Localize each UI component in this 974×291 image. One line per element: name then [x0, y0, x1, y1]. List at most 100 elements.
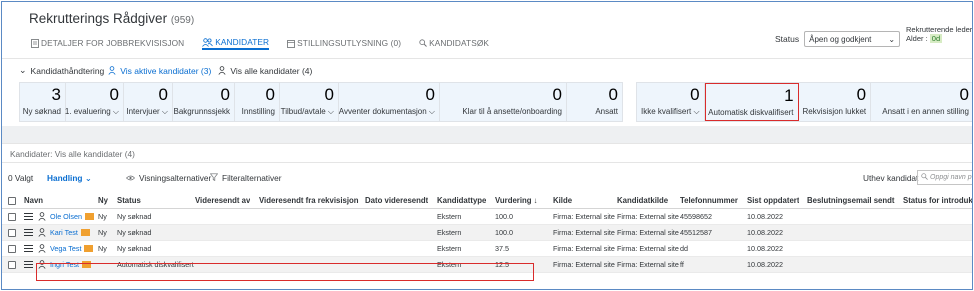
candidates-table: Navn Ny Status Videresendt av Videresend… — [2, 193, 972, 273]
col-header-status[interactable]: Status — [117, 193, 141, 209]
tile-requisition-closed[interactable]: 0 Rekvisisjon lukket — [799, 83, 872, 121]
tile-offer[interactable]: 0 Tilbud/avtale ⌵ — [280, 83, 339, 121]
col-header-forwarded-from[interactable]: Videresendt fra rekvisisjon — [259, 193, 359, 209]
col-header-name[interactable]: Navn — [24, 193, 43, 209]
view-options-label: Visningsalternativer — [139, 173, 212, 183]
row-checkbox[interactable] — [8, 229, 16, 237]
tab-label: KANDIDATSØK — [429, 38, 490, 48]
tile-first-evaluation[interactable]: 0 1. evaluering ⌵ — [65, 83, 124, 121]
col-header-rating[interactable]: Vurdering ↓ — [495, 193, 538, 209]
tab-requisition-details[interactable]: DETALJER FOR JOBBREKVISISJON — [31, 36, 184, 50]
tile-label: Bakgrunnssjekk — [173, 107, 230, 116]
tile-background-check[interactable]: 0 Bakgrunnssjekk — [173, 83, 235, 121]
action-menu-button[interactable]: Handling ⌄ — [47, 173, 92, 183]
tab-candidates[interactable]: KANDIDATER — [202, 36, 270, 50]
tab-candidate-search[interactable]: KANDIDATSØK — [419, 36, 489, 50]
row-checkbox[interactable] — [8, 261, 16, 269]
col-header-forwarded-by[interactable]: Videresendt av — [195, 193, 250, 209]
select-all-checkbox[interactable] — [8, 197, 16, 205]
tile-auto-disqualified[interactable]: 1 Automatisk diskvalifisert — [704, 83, 799, 121]
cell-candidate-source: Firma: External site — [617, 244, 679, 253]
tab-job-posting[interactable]: STILLINGSUTLYSNING (0) — [287, 36, 401, 50]
selected-count: 0 Valgt — [8, 173, 34, 183]
tile-recommendation[interactable]: 0 Innstilling — [235, 83, 280, 121]
tile-label: Tilbud/avtale ⌵ — [280, 107, 334, 116]
age-badge: 0d — [929, 34, 943, 43]
row-checkbox[interactable] — [8, 245, 16, 253]
col-header-source[interactable]: Kilde — [553, 193, 572, 209]
col-header-new[interactable]: Ny — [98, 193, 108, 209]
row-checkbox[interactable] — [8, 213, 16, 221]
tile-awaiting-documentation[interactable]: 0 Avventer dokumentasjon ⌵ — [339, 83, 440, 121]
cell-rating: 37.5 — [495, 244, 509, 253]
tile-label: Avventer dokumentasjon ⌵ — [338, 107, 435, 116]
cell-phone: 45598652 — [680, 212, 712, 221]
col-header-candidate-type[interactable]: Kandidattype — [437, 193, 486, 209]
cell-status: Ny søknad — [117, 244, 152, 253]
divider — [2, 143, 972, 144]
flag-icon — [80, 229, 90, 236]
tile-count: 3 — [51, 85, 61, 104]
tile-new-application[interactable]: 3 Ny søknad — [20, 83, 66, 121]
tile-count: 0 — [158, 85, 168, 104]
candidate-handling-bar: ⌄ Kandidathåndtering Vis aktive kandidat… — [19, 65, 312, 76]
show-all-candidates-link[interactable]: Vis alle kandidater (4) — [230, 66, 312, 76]
person-icon — [38, 228, 46, 239]
table-row[interactable]: Vega Test Ny Ny søknad Ekstern 37.5 Firm… — [2, 241, 972, 257]
drag-handle-icon[interactable] — [24, 213, 33, 222]
pipeline-tiles: 3 Ny søknad 0 1. evaluering ⌵ 0 Intervju… — [19, 82, 623, 122]
tile-hired-other-position[interactable]: 0 Ansatt i en annen stilling — [871, 83, 972, 121]
person-icon — [38, 244, 46, 255]
age-row: Alder : 0d — [906, 34, 972, 43]
cell-source: Firma: External site — [553, 244, 615, 253]
page-header: Rekrutterings Rådgiver (959) DETALJER FO… — [2, 2, 972, 52]
search-placeholder: Oppgi navn p — [930, 174, 972, 181]
candidate-name-link[interactable]: Kari Test — [50, 225, 90, 241]
tile-count: 1 — [784, 86, 794, 105]
tile-interviews[interactable]: 0 Intervjuer ⌵ — [124, 83, 173, 121]
col-header-intro-status[interactable]: Status for introduks — [903, 193, 972, 209]
cell-rating: 100.0 — [495, 228, 513, 237]
candidate-name-link[interactable]: Vega Test — [50, 241, 94, 257]
document-icon — [31, 38, 39, 48]
candidate-name: Kari Test — [50, 228, 78, 237]
drag-handle-icon[interactable] — [24, 229, 33, 238]
tile-ready-to-hire[interactable]: 0 Klar til å ansette/onboarding — [440, 83, 567, 121]
page-title: Rekrutterings Rådgiver (959) — [29, 11, 194, 26]
tile-not-qualified[interactable]: 0 Ikke kvalifisert ⌵ — [637, 83, 705, 121]
show-active-candidates-link[interactable]: Vis aktive kandidater (3) — [120, 66, 211, 76]
highlight-annotation-row — [36, 263, 534, 281]
tab-label: DETALJER FOR JOBBREKVISISJON — [41, 38, 185, 48]
status-select[interactable]: Åpen og godkjent ⌄ — [804, 31, 901, 47]
search-icon — [921, 173, 928, 182]
flag-icon — [84, 245, 94, 252]
col-header-phone[interactable]: Telefonnummer — [680, 193, 738, 209]
flag-icon — [84, 213, 94, 220]
col-header-decision-email[interactable]: Beslutningsemail sendt — [807, 193, 895, 209]
collapse-chevron-icon[interactable]: ⌄ — [19, 65, 27, 76]
filter-icon — [209, 173, 219, 183]
section-spacer — [2, 126, 972, 143]
drag-handle-icon[interactable] — [24, 261, 33, 270]
table-row[interactable]: Kari Test Ny Ny søknad Ekstern 100.0 Fir… — [2, 225, 972, 241]
cell-status: Ny søknad — [117, 228, 152, 237]
col-header-forwarded-date[interactable]: Dato videresendt — [365, 193, 428, 209]
requisition-count: (959) — [170, 15, 195, 26]
tab-label: STILLINGSUTLYSNING (0) — [297, 38, 402, 48]
candidate-name-link[interactable]: Ole Olsen — [50, 209, 94, 225]
candidate-search-input[interactable]: Oppgi navn p — [917, 170, 972, 185]
col-header-candidate-source[interactable]: Kandidatkilde — [617, 193, 668, 209]
recruiting-lead-info: Rekrutterende leder : Alder : 0d — [906, 25, 972, 43]
tile-hired[interactable]: 0 Ansatt — [567, 83, 622, 121]
divider — [2, 58, 972, 59]
cell-candidate-source: Firma: External site — [617, 228, 679, 237]
col-header-last-updated[interactable]: Sist oppdatert — [747, 193, 799, 209]
cell-source: Firma: External site — [553, 260, 615, 269]
cell-new: Ny — [98, 228, 107, 237]
action-menu-label: Handling — [47, 173, 83, 183]
drag-handle-icon[interactable] — [24, 245, 33, 254]
tile-label: Automatisk diskvalifisert — [708, 108, 794, 117]
table-row[interactable]: Ole Olsen Ny Ny søknad Ekstern 100.0 Fir… — [2, 209, 972, 225]
view-options-button[interactable]: Visningsalternativer — [126, 173, 211, 183]
filter-options-button[interactable]: Filteralternativer — [209, 173, 281, 183]
